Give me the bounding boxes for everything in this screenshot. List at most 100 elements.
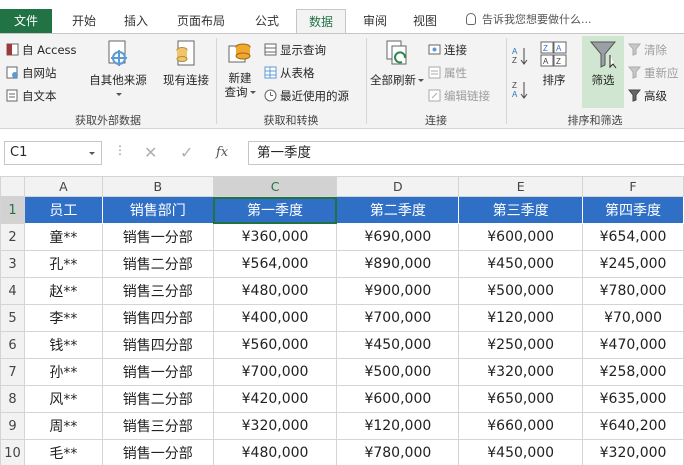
cell[interactable]: 销售四分部	[101, 304, 214, 332]
cell[interactable]: ¥640,200	[582, 412, 684, 440]
cell[interactable]: ¥780,000	[336, 439, 460, 465]
header-cell-department[interactable]: 销售部门	[101, 196, 214, 224]
from-text-button[interactable]: 自文本	[6, 86, 57, 106]
recent-sources-button[interactable]: 最近使用的源	[264, 86, 349, 106]
cell[interactable]: ¥690,000	[336, 223, 460, 251]
cell[interactable]: ¥900,000	[336, 277, 460, 305]
cell[interactable]: 童**	[23, 223, 103, 251]
cancel-icon[interactable]: ✕	[144, 141, 157, 165]
cell[interactable]: ¥450,000	[458, 250, 584, 278]
cell[interactable]: ¥600,000	[336, 385, 460, 413]
row-header[interactable]: 1	[0, 196, 25, 224]
from-access-button[interactable]: 自 Access	[6, 40, 77, 60]
row-header[interactable]: 2	[0, 223, 25, 251]
refresh-all-button[interactable]: 全部刷新	[370, 38, 424, 87]
cell[interactable]: 销售二分部	[101, 250, 214, 278]
tab-review[interactable]: 审阅	[352, 9, 398, 34]
cell[interactable]: ¥450,000	[336, 331, 460, 359]
column-header-f[interactable]: F	[582, 176, 684, 197]
cell[interactable]: ¥470,000	[582, 331, 684, 359]
row-header[interactable]: 3	[0, 250, 25, 278]
cell[interactable]: ¥564,000	[212, 250, 338, 278]
cell[interactable]: 毛**	[23, 439, 103, 465]
cell[interactable]: 销售一分部	[101, 358, 214, 386]
cell[interactable]: ¥654,000	[582, 223, 684, 251]
cell[interactable]: ¥480,000	[212, 277, 338, 305]
existing-connections-button[interactable]: 现有连接	[158, 38, 214, 87]
column-header-b[interactable]: B	[101, 176, 214, 197]
cell[interactable]: 销售四分部	[101, 331, 214, 359]
cell[interactable]: ¥320,000	[212, 412, 338, 440]
from-web-button[interactable]: 自网站	[6, 63, 57, 83]
reapply-filter-button[interactable]: 重新应	[628, 63, 679, 83]
cell[interactable]: ¥650,000	[458, 385, 584, 413]
sort-z-to-a-button[interactable]: ZA	[512, 80, 528, 100]
tab-file[interactable]: 文件	[0, 9, 52, 34]
cell[interactable]: ¥70,000	[582, 304, 684, 332]
cell[interactable]: ¥660,000	[458, 412, 584, 440]
cell[interactable]: 销售三分部	[101, 412, 214, 440]
from-table-button[interactable]: 从表格	[264, 63, 315, 83]
formula-input[interactable]: 第一季度	[248, 141, 684, 165]
cell[interactable]: ¥560,000	[212, 331, 338, 359]
cell[interactable]: ¥500,000	[336, 358, 460, 386]
tell-me-search[interactable]: 告诉我您想要做什么...	[466, 11, 592, 27]
clear-filter-button[interactable]: 清除	[628, 40, 667, 60]
cell[interactable]: ¥258,000	[582, 358, 684, 386]
column-header-d[interactable]: D	[336, 176, 460, 197]
select-all-corner[interactable]	[0, 176, 25, 197]
row-header[interactable]: 10	[0, 439, 25, 465]
cell[interactable]: ¥480,000	[212, 439, 338, 465]
show-queries-button[interactable]: 显示查询	[264, 40, 326, 60]
from-other-sources-button[interactable]: 自其他来源	[84, 38, 152, 101]
cell[interactable]: ¥450,000	[458, 439, 584, 465]
formula-bar-grip[interactable]: ⋮	[114, 143, 126, 157]
tab-formulas[interactable]: 公式	[244, 9, 290, 34]
header-cell-employee[interactable]: 员工	[23, 196, 103, 224]
tab-page-layout[interactable]: 页面布局	[162, 9, 240, 34]
cell[interactable]: ¥250,000	[458, 331, 584, 359]
cell[interactable]: ¥120,000	[458, 304, 584, 332]
cell[interactable]: ¥120,000	[336, 412, 460, 440]
enter-check-icon[interactable]: ✓	[180, 141, 193, 165]
cell[interactable]: 孔**	[23, 250, 103, 278]
tab-home[interactable]: 开始	[58, 9, 110, 34]
sort-a-to-z-button[interactable]: AZ	[512, 46, 528, 66]
properties-button[interactable]: 属性	[428, 63, 467, 83]
cell[interactable]: 孙**	[23, 358, 103, 386]
cell[interactable]: ¥600,000	[458, 223, 584, 251]
cell[interactable]: ¥245,000	[582, 250, 684, 278]
cell[interactable]: ¥780,000	[582, 277, 684, 305]
cell[interactable]: ¥500,000	[458, 277, 584, 305]
cell[interactable]: 销售二分部	[101, 385, 214, 413]
column-header-a[interactable]: A	[23, 176, 103, 197]
column-header-e[interactable]: E	[458, 176, 584, 197]
row-header[interactable]: 9	[0, 412, 25, 440]
cell[interactable]: 销售一分部	[101, 439, 214, 465]
tab-insert[interactable]: 插入	[112, 9, 160, 34]
header-cell-q2[interactable]: 第二季度	[336, 196, 460, 224]
cell[interactable]: 风**	[23, 385, 103, 413]
cell[interactable]: ¥700,000	[336, 304, 460, 332]
cell[interactable]: ¥635,000	[582, 385, 684, 413]
edit-links-button[interactable]: 编辑链接	[428, 86, 490, 106]
cell[interactable]: ¥420,000	[212, 385, 338, 413]
filter-button[interactable]: 筛选	[582, 36, 624, 108]
cell[interactable]: 赵**	[23, 277, 103, 305]
tab-data[interactable]: 数据	[296, 9, 346, 35]
cell[interactable]: ¥700,000	[212, 358, 338, 386]
header-cell-q1-selected[interactable]: 第一季度	[212, 196, 338, 224]
cell[interactable]: 销售一分部	[101, 223, 214, 251]
cell[interactable]: ¥320,000	[582, 439, 684, 465]
sort-button[interactable]: ZAAZ 排序	[536, 38, 572, 87]
cell[interactable]: ¥320,000	[458, 358, 584, 386]
connections-button[interactable]: 连接	[428, 40, 467, 60]
cell[interactable]: 周**	[23, 412, 103, 440]
cell[interactable]: 销售三分部	[101, 277, 214, 305]
advanced-filter-button[interactable]: 高级	[628, 86, 667, 106]
name-box[interactable]: C1	[4, 141, 102, 165]
header-cell-q3[interactable]: 第三季度	[458, 196, 584, 224]
row-header[interactable]: 4	[0, 277, 25, 305]
tab-view[interactable]: 视图	[402, 9, 448, 34]
cell[interactable]: ¥400,000	[212, 304, 338, 332]
